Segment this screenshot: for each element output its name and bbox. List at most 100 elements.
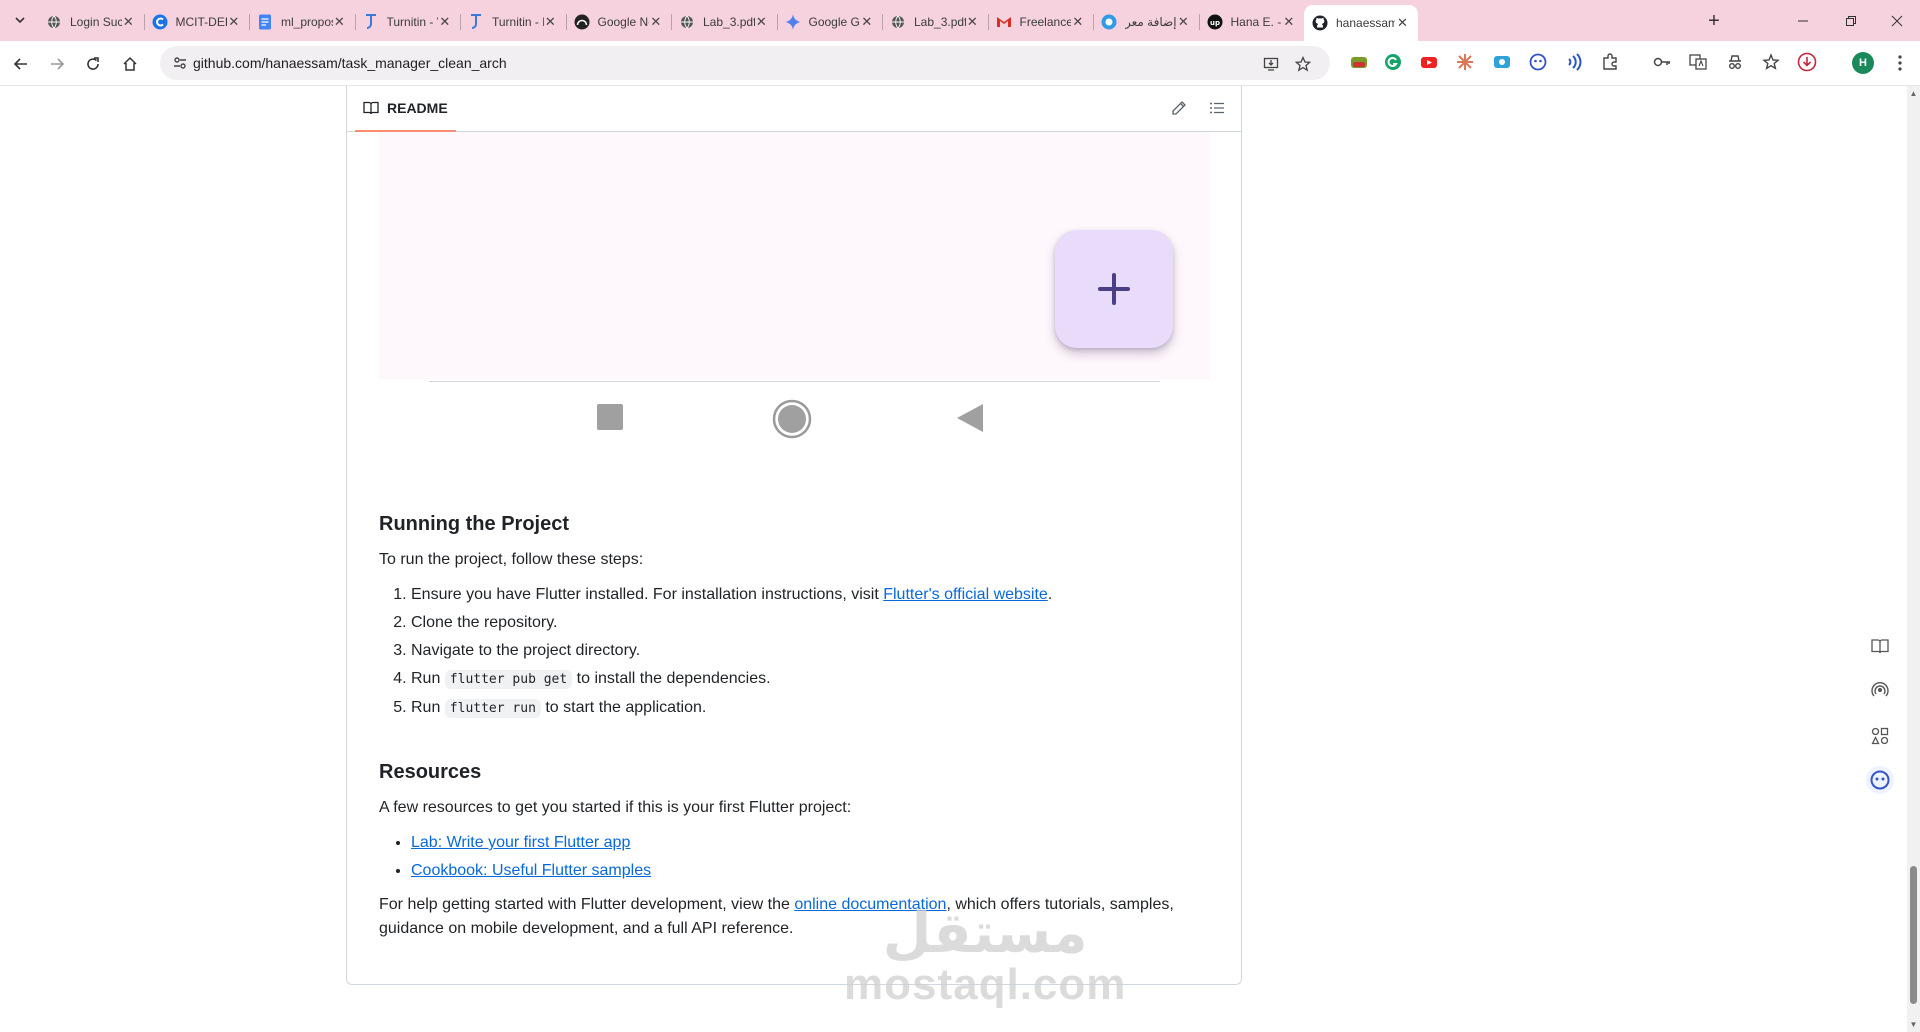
close-tab-icon[interactable]: ✕ [1177,14,1190,30]
reload-button[interactable] [80,51,106,77]
globe-icon [890,14,906,30]
running-heading: Running the Project [379,513,569,535]
address-bar[interactable]: github.com/hanaessam/task_manager_clean_… [160,46,1330,80]
globe-icon [46,14,62,30]
tab[interactable]: Google Ge✕ [776,6,882,37]
grammarly-icon[interactable] [1383,52,1403,72]
bookmarks-star-list-icon[interactable] [1761,52,1781,72]
reading-mode-icon[interactable] [1866,632,1894,660]
tab[interactable]: إضافة معر ✕ [1093,6,1198,37]
scroll-down-arrow[interactable]: ▼ [1909,1020,1918,1029]
close-tab-icon[interactable]: ✕ [438,14,451,30]
readme-tab[interactable]: README [355,86,456,132]
podcast-icon[interactable] [1866,677,1894,705]
help-paragraph: For help getting started with Flutter de… [379,896,1174,937]
running-intro: To run the project, follow these steps: [379,551,644,568]
tab[interactable]: Turnitin - V✕ [354,6,460,37]
new-tab-button[interactable]: + [1702,9,1726,33]
close-tab-icon[interactable]: ✕ [333,14,346,30]
resources-list: Lab: Write your first Flutter app Cookbo… [379,831,1219,883]
minimize-button[interactable] [1780,0,1826,41]
close-tab-icon[interactable]: ✕ [1282,14,1295,30]
close-tab-icon[interactable]: ✕ [755,14,768,30]
tools-grid-icon[interactable] [1866,722,1894,750]
arrow-right-icon [51,58,65,70]
lab-link[interactable]: Lab: Write your first Flutter app [411,834,630,851]
edit-file-button[interactable] [1167,96,1191,120]
resources-section: Resources A few resources to get you sta… [379,758,1219,941]
online-documentation-link[interactable]: online documentation [794,896,946,913]
close-tab-icon[interactable]: ✕ [966,14,979,30]
forward-button[interactable] [44,51,70,77]
install-app-icon[interactable] [1262,55,1280,73]
password-key-icon[interactable] [1652,52,1672,72]
list-item: Run flutter pub get to install the depen… [411,667,1219,692]
close-tab-icon[interactable]: ✕ [649,14,662,30]
restore-button[interactable] [1828,0,1874,41]
read-aloud-extension-icon[interactable] [1563,52,1583,72]
youtube-extension-icon[interactable] [1419,52,1439,72]
tab-title: Turnitin - V [386,14,439,29]
incognito-detective-icon[interactable] [1725,52,1745,72]
assistant-robot-icon[interactable] [1866,766,1894,794]
tab[interactable]: Google No ✕ [565,6,671,37]
tab-search-button[interactable] [8,8,32,32]
extensions-puzzle-icon[interactable] [1600,52,1620,72]
tab-title: Lab_3.pdf [703,14,755,29]
ai-assistant-extension-icon[interactable] [1528,52,1548,72]
resources-intro: A few resources to get you started if th… [379,799,852,816]
site-info-icon[interactable] [172,55,188,71]
extension-green-icon[interactable] [1349,52,1369,72]
resources-heading: Resources [379,761,482,783]
translate-icon[interactable] [1688,52,1708,72]
gmail-icon [996,14,1012,30]
list-unordered-icon [1210,102,1224,114]
gemini-icon [784,13,801,30]
plus-icon [1098,273,1130,305]
tab[interactable]: up Hana E. - F✕ [1198,6,1304,37]
screen-capture-extension-icon[interactable] [1492,52,1512,72]
tab[interactable]: Lab_3.pdf ✕ [882,6,987,37]
arrow-left-icon [13,58,27,70]
cookbook-link[interactable]: Cookbook: Useful Flutter samples [411,862,651,879]
tab-title: إضافة معر [1125,14,1177,29]
close-tab-icon[interactable]: ✕ [1071,14,1084,30]
home-button[interactable] [117,51,143,77]
close-tab-icon[interactable]: ✕ [544,14,557,30]
tab-title: Hana E. - F [1230,14,1283,29]
profile-avatar[interactable]: H [1852,52,1874,74]
tab[interactable]: Lab_3.pdf ✕ [671,6,776,37]
chrome-menu-button[interactable] [1890,52,1910,74]
steps-list: Ensure you have Flutter installed. For i… [379,583,1219,721]
close-tab-icon[interactable]: ✕ [860,14,873,30]
page-scrollbar[interactable]: ▲ ▼ [1907,86,1920,1032]
scroll-thumb[interactable] [1910,866,1917,1004]
tab[interactable]: MCIT-DEBI✕ [143,6,249,37]
c-logo-icon [152,14,168,30]
notebooklm-icon [574,14,590,30]
tab-title: hanaessam [1336,16,1395,30]
restore-icon [1846,15,1856,26]
close-tab-icon[interactable]: ✕ [1395,15,1410,31]
tab-strip: Login Succ✕MCIT-DEBI✕ml_propos✕Turnitin … [0,0,1920,41]
tab[interactable]: Turnitin - N✕ [460,6,565,37]
scroll-up-arrow[interactable]: ▲ [1909,89,1918,98]
tab[interactable]: ml_propos ✕ [249,6,354,37]
claude-extension-icon[interactable] [1455,52,1475,72]
tab[interactable]: Freelance ✕ [987,6,1093,37]
flutter-website-link[interactable]: Flutter's official website [883,586,1048,603]
tab-title: Google No [597,14,650,29]
home-circle-icon [772,399,812,439]
bookmark-star-icon[interactable] [1294,55,1312,73]
tab[interactable]: Login Succ✕ [38,6,143,37]
close-window-button[interactable] [1874,0,1920,41]
close-tab-icon[interactable]: ✕ [227,14,240,30]
download-icon[interactable] [1797,52,1817,72]
page-content: README Running the Project To run the pr… [0,86,1907,1032]
back-button[interactable] [8,51,34,77]
close-icon [1891,15,1903,26]
close-tab-icon[interactable]: ✕ [122,14,135,30]
outline-button[interactable] [1205,96,1229,120]
tab-title: MCIT-DEBI [175,14,228,29]
tab-active[interactable]: hanaessam ✕ [1304,5,1418,41]
